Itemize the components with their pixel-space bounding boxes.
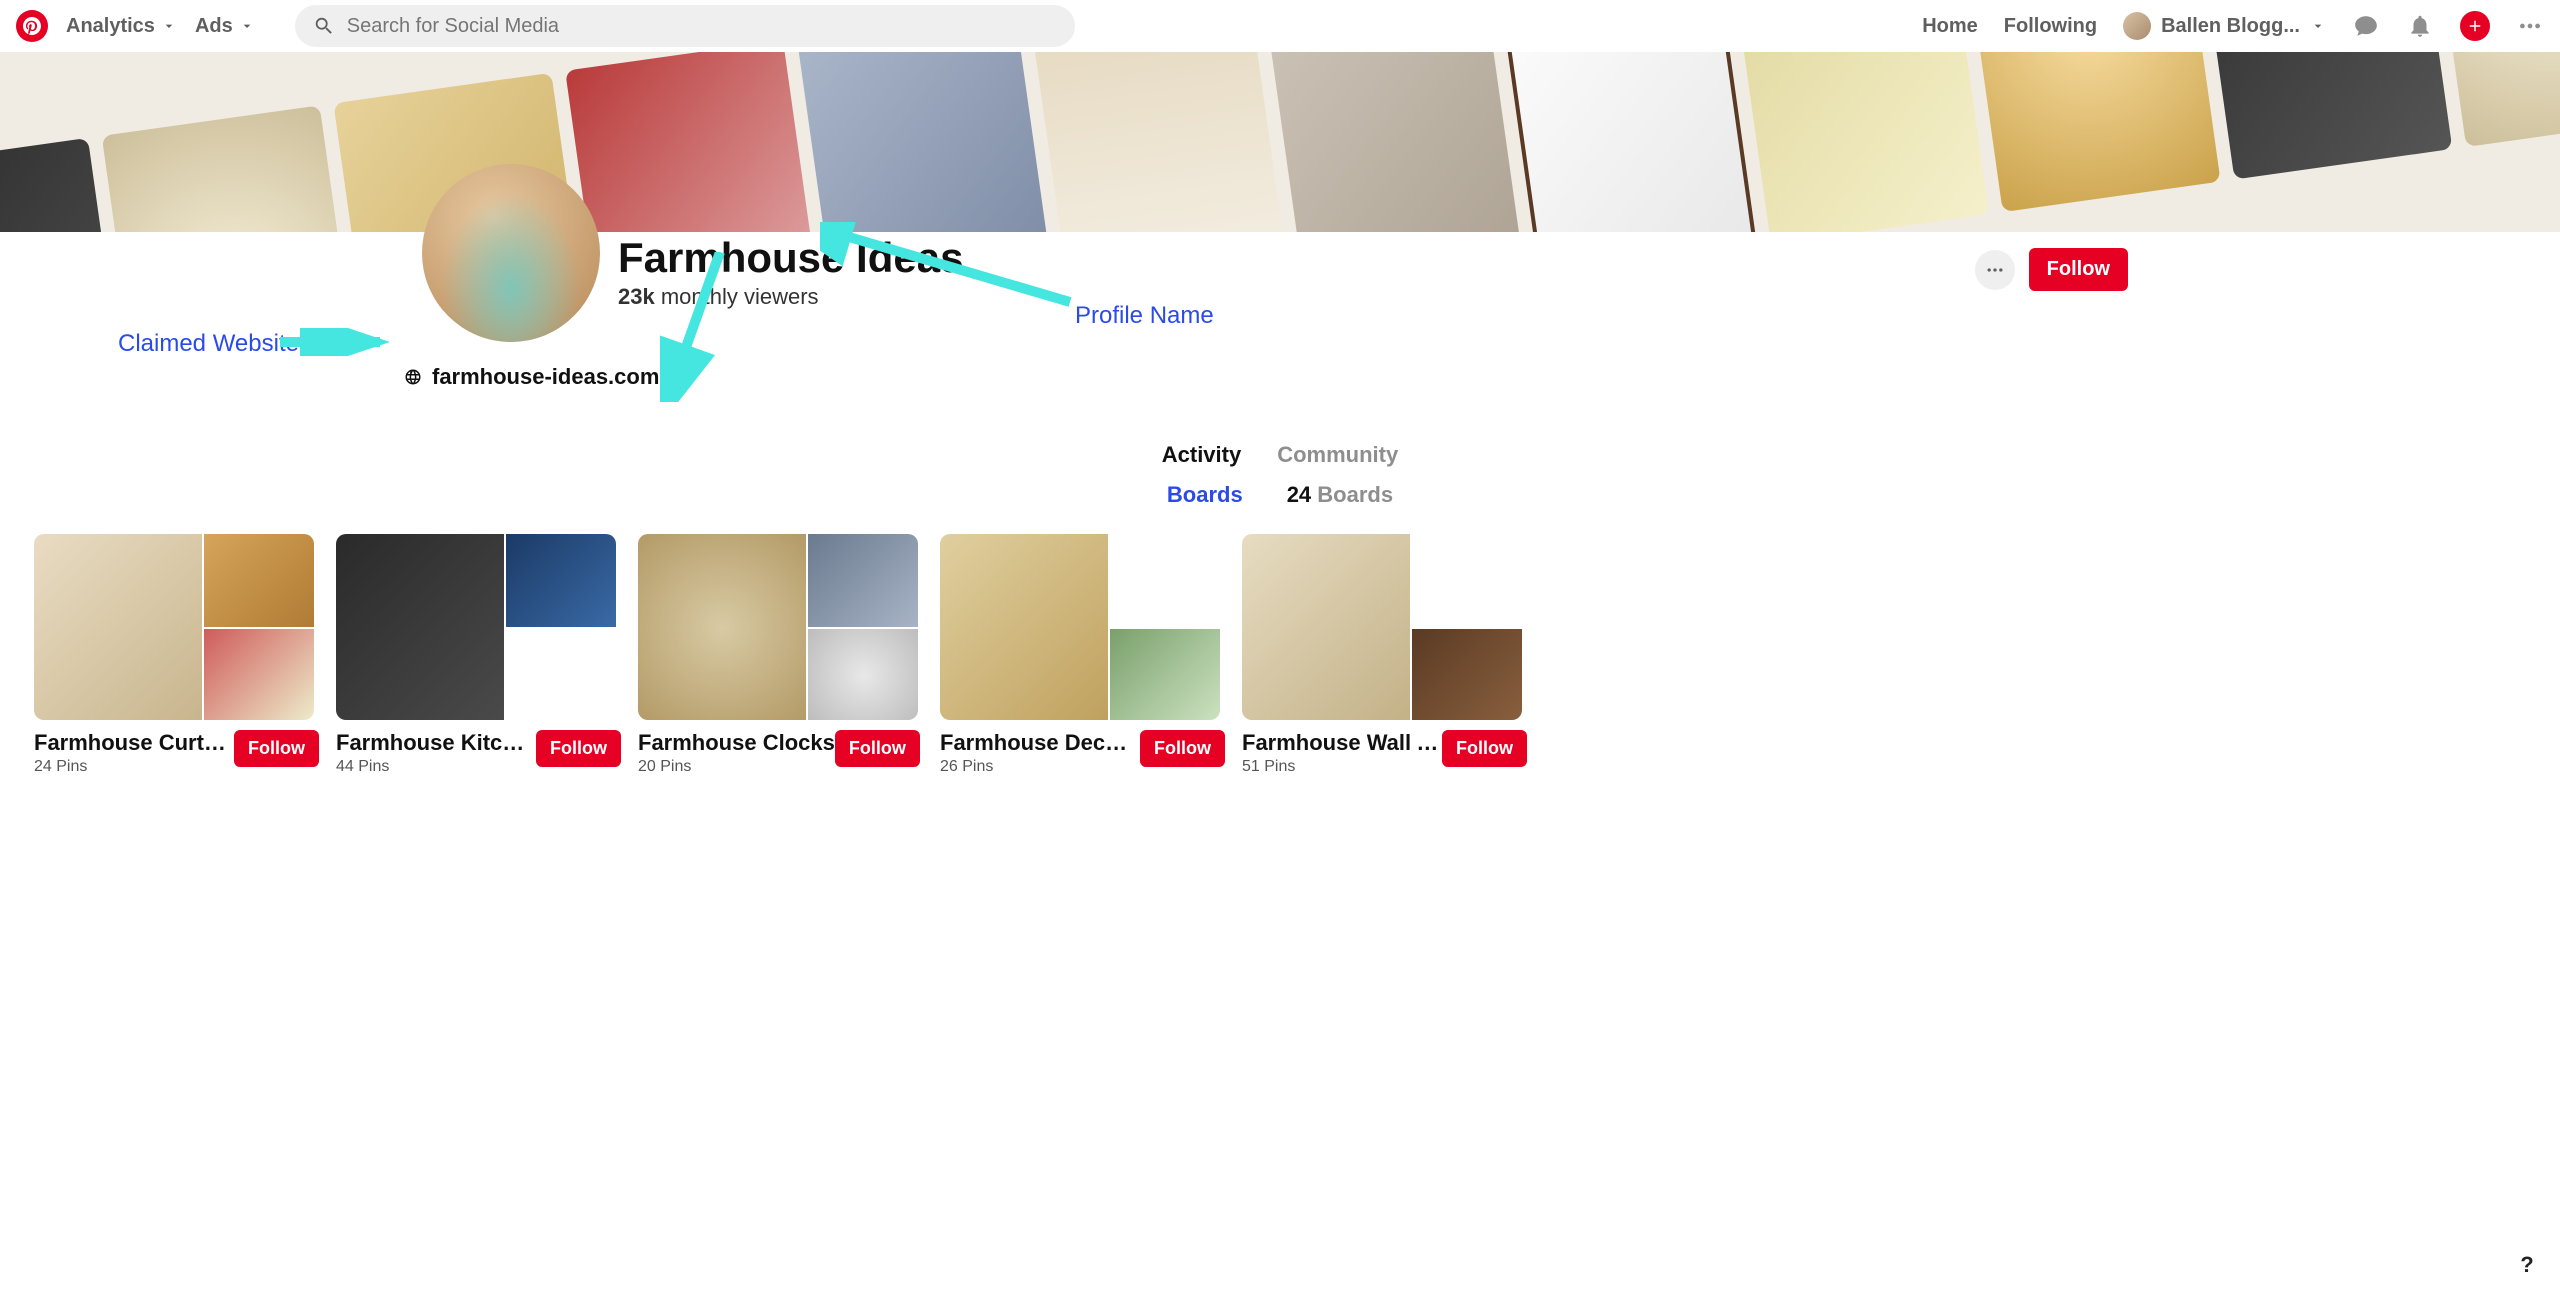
tab-community[interactable]: Community — [1277, 442, 1398, 468]
board-pin-count: 20 Pins — [638, 758, 835, 776]
create-button[interactable] — [2460, 11, 2490, 41]
header: Analytics Ads Home Following Ballen Blog… — [0, 0, 2560, 52]
chevron-down-icon — [2310, 18, 2326, 34]
annotation-profile-name: Profile Name — [1075, 302, 1214, 330]
ads-dropdown[interactable]: Ads — [195, 15, 255, 38]
board-cover — [638, 534, 918, 720]
ads-label: Ads — [195, 15, 233, 38]
messages-button[interactable] — [2352, 12, 2380, 40]
board-card[interactable]: Farmhouse Decorati... 26 Pins Follow — [940, 534, 1220, 776]
arrow-icon — [660, 252, 740, 402]
help-button[interactable]: ? — [2512, 1250, 2542, 1280]
board-card[interactable]: Farmhouse Curtains... 24 Pins Follow — [34, 534, 314, 776]
board-cover — [34, 534, 314, 720]
search-icon — [313, 15, 335, 37]
user-avatar-small — [2123, 12, 2151, 40]
board-follow-button[interactable]: Follow — [536, 730, 621, 767]
board-title: Farmhouse Decorati... — [940, 730, 1140, 756]
chevron-down-icon — [161, 18, 177, 34]
boards-grid: Farmhouse Curtains... 24 Pins Follow Far… — [0, 508, 2560, 802]
dots-icon — [2517, 13, 2543, 39]
board-cover — [940, 534, 1220, 720]
arrow-icon — [280, 328, 400, 356]
follow-button[interactable]: Follow — [2029, 248, 2128, 291]
globe-icon — [404, 368, 422, 386]
chevron-down-icon — [239, 18, 255, 34]
annotation-claimed-website: Claimed Website — [118, 330, 299, 358]
search-input[interactable] — [347, 15, 1057, 38]
website-url: farmhouse-ideas.com — [432, 364, 659, 390]
board-cover — [336, 534, 616, 720]
notifications-button[interactable] — [2406, 12, 2434, 40]
nav-home[interactable]: Home — [1922, 15, 1978, 38]
board-pin-count: 51 Pins — [1242, 758, 1442, 776]
profile-actions: Follow — [1975, 248, 2128, 291]
analytics-dropdown[interactable]: Analytics — [66, 15, 177, 38]
board-title: Farmhouse Wall Art ... — [1242, 730, 1442, 756]
board-title: Farmhouse Curtains... — [34, 730, 234, 756]
profile-tabs: Activity Community — [0, 442, 2560, 468]
board-title: Farmhouse Clocks — [638, 730, 835, 756]
search-bar[interactable] — [295, 5, 1075, 47]
profile-avatar[interactable] — [422, 164, 600, 342]
tab-boards[interactable]: Boards — [1167, 482, 1243, 508]
nav-following[interactable]: Following — [2004, 15, 2097, 38]
header-right: Home Following Ballen Blogg... — [1922, 11, 2544, 41]
user-name-label: Ballen Blogg... — [2161, 15, 2300, 38]
board-card[interactable]: Farmhouse Kitchen ... 44 Pins Follow — [336, 534, 616, 776]
profile-more-button[interactable] — [1975, 250, 2015, 290]
board-card[interactable]: Farmhouse Wall Art ... 51 Pins Follow — [1242, 534, 1522, 776]
plus-icon — [2466, 17, 2484, 35]
board-follow-button[interactable]: Follow — [1140, 730, 1225, 767]
arrow-icon — [820, 222, 1080, 312]
boards-subtabs: Boards 24 Boards — [0, 482, 2560, 508]
board-title: Farmhouse Kitchen ... — [336, 730, 536, 756]
board-pin-count: 44 Pins — [336, 758, 536, 776]
user-menu[interactable]: Ballen Blogg... — [2123, 12, 2326, 40]
board-follow-button[interactable]: Follow — [835, 730, 920, 767]
boards-count: 24 Boards — [1287, 482, 1393, 508]
pinterest-logo[interactable] — [16, 10, 48, 42]
board-cover — [1242, 534, 1522, 720]
message-icon — [2353, 13, 2379, 39]
bell-icon — [2407, 13, 2433, 39]
more-menu-button[interactable] — [2516, 12, 2544, 40]
board-pin-count: 24 Pins — [34, 758, 234, 776]
board-follow-button[interactable]: Follow — [234, 730, 319, 767]
board-pin-count: 26 Pins — [940, 758, 1140, 776]
dots-icon — [1985, 260, 2005, 280]
board-card[interactable]: Farmhouse Clocks 20 Pins Follow — [638, 534, 918, 776]
profile-header: Farmhouse Ideas 23k monthly viewers Foll… — [0, 164, 2560, 342]
tab-activity[interactable]: Activity — [1162, 442, 1241, 468]
board-follow-button[interactable]: Follow — [1442, 730, 1527, 767]
viewers-count: 23k — [618, 284, 655, 309]
analytics-label: Analytics — [66, 15, 155, 38]
